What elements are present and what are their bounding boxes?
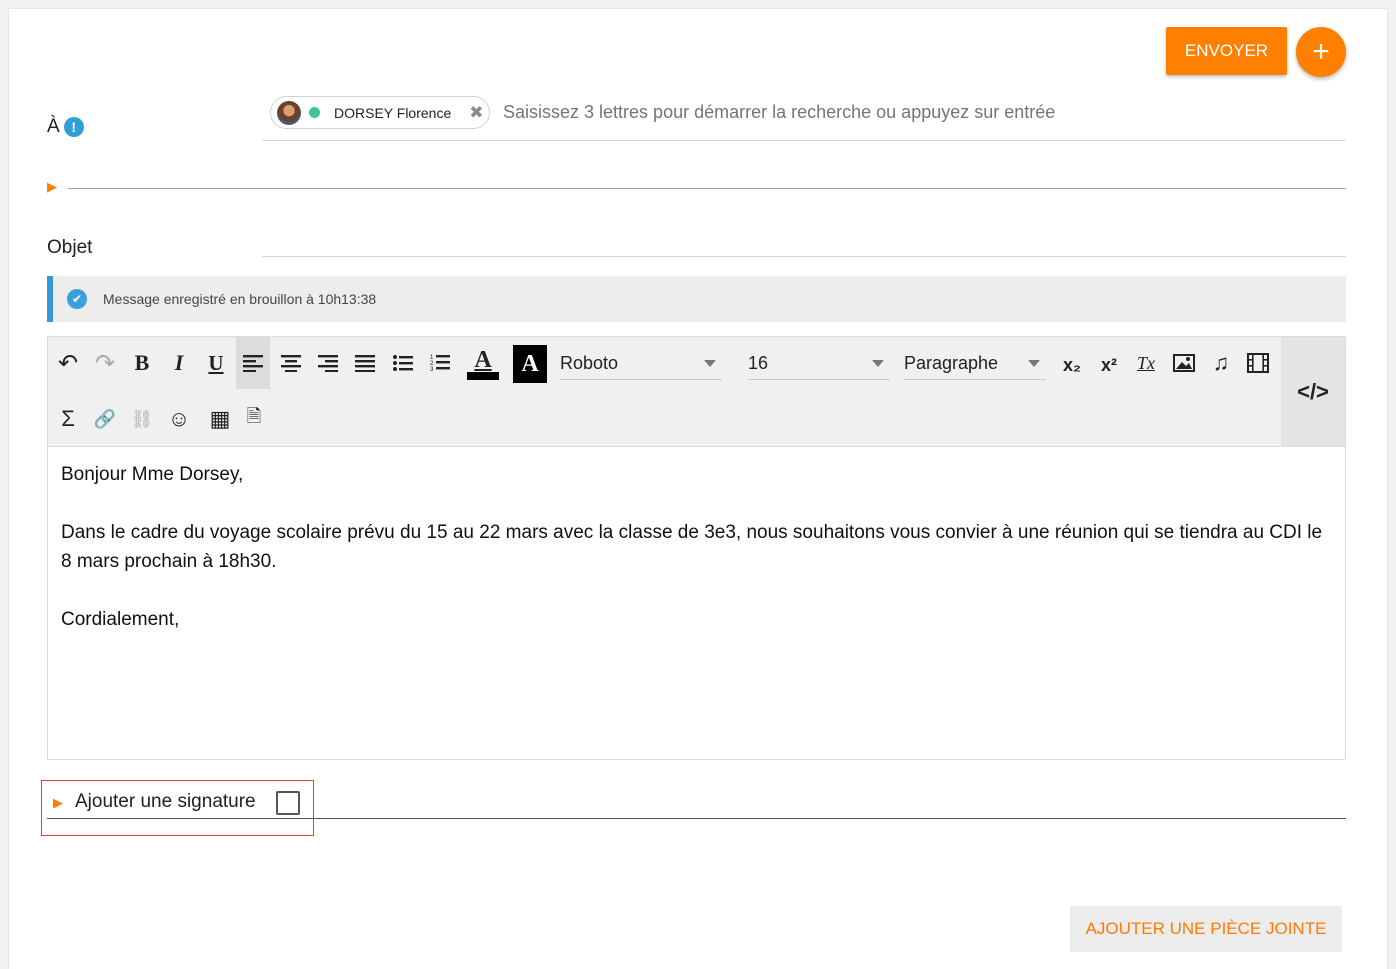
background-color-button[interactable]: A: [513, 345, 547, 383]
subject-input[interactable]: [262, 256, 1346, 257]
numbered-list-icon: 123: [430, 355, 450, 373]
font-color-swatch: [467, 372, 499, 380]
clear-format-button[interactable]: Tx: [1129, 346, 1163, 380]
svg-text:3: 3: [430, 367, 434, 373]
signature-checkbox[interactable]: [276, 791, 300, 815]
unlink-icon[interactable]: ⛓: [125, 402, 159, 436]
font-size-select[interactable]: 16: [748, 347, 890, 380]
justify-icon: [355, 355, 375, 372]
block-format-value: Paragraphe: [904, 352, 999, 373]
subscript-button[interactable]: x₂: [1055, 348, 1089, 382]
add-button[interactable]: +: [1296, 27, 1346, 77]
image-icon: [1173, 354, 1195, 372]
align-left-button[interactable]: [236, 337, 270, 389]
redo-icon[interactable]: ↷: [88, 346, 122, 380]
bullet-list-icon: [393, 355, 413, 371]
code-icon: </>: [1297, 378, 1329, 404]
audio-icon[interactable]: ♫: [1204, 346, 1238, 380]
expand-signature-icon[interactable]: ▶: [53, 795, 63, 811]
block-format-select[interactable]: Paragraphe: [904, 347, 1046, 380]
draft-notice: ✔ Message enregistré en brouillon à 10h1…: [47, 276, 1346, 322]
info-icon[interactable]: !: [63, 116, 84, 137]
recipient-search-input[interactable]: [503, 102, 1323, 123]
avatar: [277, 100, 301, 125]
to-underline: [262, 140, 1346, 141]
italic-button[interactable]: I: [162, 346, 196, 380]
align-center-icon: [281, 355, 301, 372]
align-left-icon: [243, 355, 263, 372]
insert-video-button[interactable]: [1241, 346, 1275, 380]
template-icon[interactable]: 🗎: [237, 402, 271, 436]
chevron-down-icon: [704, 360, 716, 367]
editor-toolbar: ↶ ↷ B I U 123 A A Roboto 16 Paragraphe x…: [47, 336, 1346, 447]
font-family-value: Roboto: [560, 352, 619, 373]
underline-button[interactable]: U: [199, 346, 233, 380]
emoji-icon[interactable]: ☺: [162, 402, 196, 436]
font-color-letter: A: [474, 347, 492, 373]
compose-card: ENVOYER + À! DORSEY Florence ✖ ▶ Objet ✔…: [9, 9, 1387, 969]
link-icon[interactable]: 🔗: [88, 402, 122, 436]
video-icon: [1247, 353, 1269, 373]
insert-image-button[interactable]: [1167, 346, 1201, 380]
online-status-icon: [309, 107, 320, 118]
font-size-value: 16: [748, 352, 769, 373]
signature-label: Ajouter une signature: [75, 791, 256, 812]
bullet-list-button[interactable]: [386, 346, 420, 380]
formula-icon[interactable]: Σ: [51, 402, 85, 436]
align-center-button[interactable]: [274, 346, 308, 380]
numbered-list-button[interactable]: 123: [423, 346, 457, 380]
message-editor[interactable]: Bonjour Mme Dorsey, Dans le cadre du voy…: [47, 447, 1346, 760]
font-color-button[interactable]: A: [466, 345, 500, 383]
align-right-button[interactable]: [311, 346, 345, 380]
superscript-button[interactable]: x²: [1092, 348, 1126, 382]
table-icon[interactable]: ▦: [203, 402, 237, 436]
undo-icon[interactable]: ↶: [51, 346, 85, 380]
bold-button[interactable]: B: [125, 346, 159, 380]
code-view-button[interactable]: </>: [1281, 337, 1345, 446]
remove-recipient-icon[interactable]: ✖: [469, 103, 483, 123]
recipient-chip[interactable]: DORSEY Florence ✖: [270, 96, 490, 129]
editor-paragraph: Bonjour Mme Dorsey,: [61, 464, 244, 485]
chevron-down-icon: [872, 360, 884, 367]
cc-divider: [68, 188, 1346, 189]
add-attachment-button[interactable]: AJOUTER UNE PIÈCE JOINTE: [1070, 906, 1342, 952]
align-right-icon: [318, 355, 338, 372]
recipient-name: DORSEY Florence: [334, 104, 452, 121]
send-button[interactable]: ENVOYER: [1166, 27, 1287, 75]
draft-notice-text: Message enregistré en brouillon à 10h13:…: [103, 291, 377, 307]
editor-paragraph: Cordialement,: [61, 609, 180, 630]
to-label: À: [47, 116, 60, 137]
justify-button[interactable]: [348, 346, 382, 380]
chevron-down-icon: [1028, 360, 1040, 367]
to-label-row: À!: [47, 116, 84, 138]
check-circle-icon: ✔: [67, 289, 87, 309]
font-family-select[interactable]: Roboto: [560, 347, 722, 380]
signature-divider: [47, 818, 1346, 819]
expand-cc-icon[interactable]: ▶: [47, 179, 57, 195]
subject-label: Objet: [47, 237, 93, 258]
editor-paragraph: Dans le cadre du voyage scolaire prévu d…: [61, 522, 1323, 572]
